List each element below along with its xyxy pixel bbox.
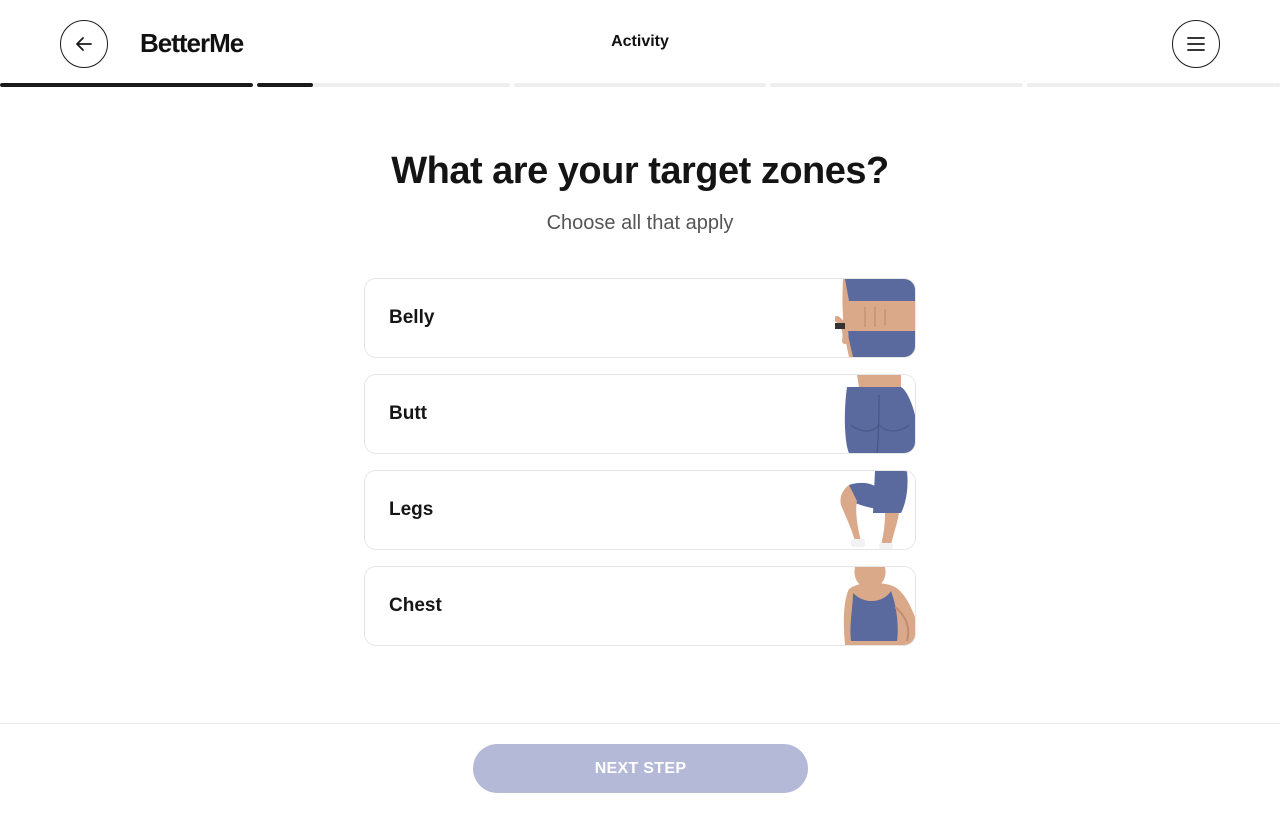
footer-divider <box>0 723 1280 724</box>
option-label: Chest <box>389 595 442 616</box>
option-label: Belly <box>389 307 435 328</box>
progress-segment <box>0 83 253 87</box>
belly-image <box>835 279 915 357</box>
progress-segment <box>514 83 766 87</box>
progress-segment <box>1027 83 1280 87</box>
progress-segment-fill <box>257 83 313 87</box>
hamburger-menu-icon <box>1187 37 1205 51</box>
menu-button[interactable] <box>1172 20 1220 68</box>
progress-segment <box>770 83 1023 87</box>
option-label: Butt <box>389 403 427 424</box>
page-subtitle: Choose all that apply <box>546 212 734 234</box>
page-title: What are your target zones? <box>391 150 889 192</box>
header: BetterMe Activity <box>0 0 1280 88</box>
option-label: Legs <box>389 499 434 520</box>
section-title: Activity <box>611 33 669 50</box>
next-step-button[interactable]: NEXT STEP <box>473 744 808 793</box>
butt-image <box>835 375 915 453</box>
option-legs[interactable]: Legs <box>364 470 916 550</box>
option-chest[interactable]: Chest <box>364 566 916 646</box>
progress-segment-fill <box>0 83 253 87</box>
option-belly[interactable]: Belly <box>364 278 916 358</box>
chest-image <box>835 567 915 645</box>
legs-image <box>835 471 915 549</box>
progress-segment <box>257 83 510 87</box>
option-butt[interactable]: Butt <box>364 374 916 454</box>
progress-bar <box>0 83 1280 87</box>
